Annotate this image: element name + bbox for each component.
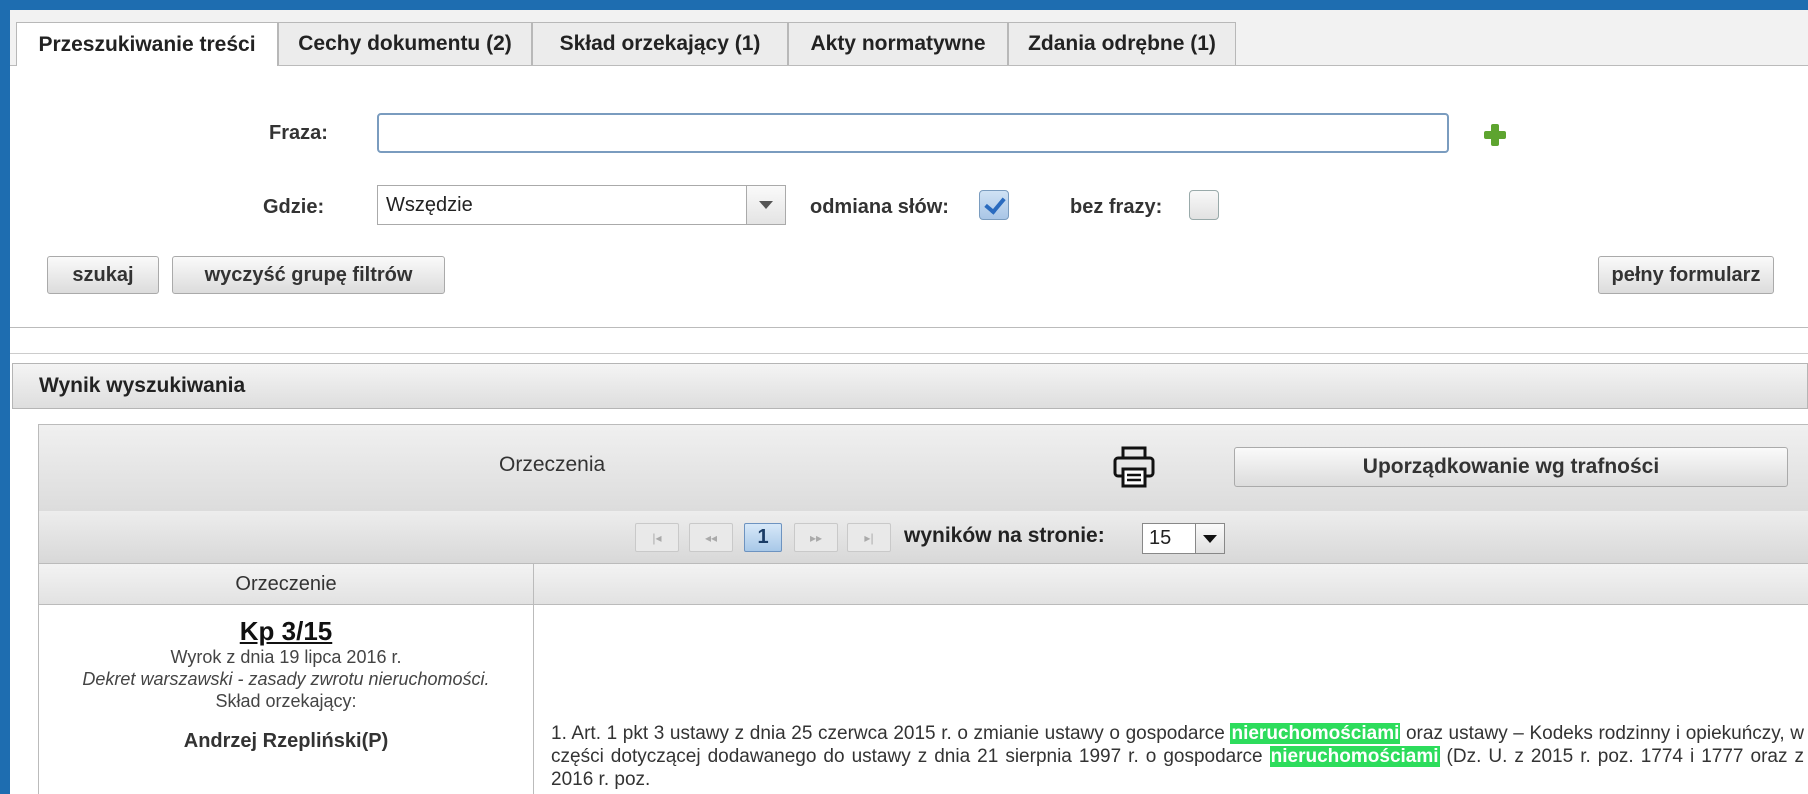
table-row: Kp 3/15 Wyrok z dnia 19 lipca 2016 r. De… [39, 606, 533, 752]
column-header-ruling: Orzeczenie [39, 564, 533, 605]
search-button[interactable]: szukaj [47, 256, 159, 294]
next-page-button[interactable]: ▸▸ [794, 523, 838, 552]
tab-judging-panel[interactable]: Skład orzekający (1) [532, 22, 788, 65]
printer-icon[interactable] [1112, 445, 1156, 489]
inflection-label: odmiana słów: [810, 196, 949, 218]
search-highlight: nieruchomościami [1269, 746, 1440, 767]
top-accent-bar [0, 0, 1808, 10]
search-highlight: nieruchomościami [1230, 723, 1401, 744]
last-page-button[interactable]: ▸| [847, 523, 891, 552]
panel-title: Orzeczenia [499, 453, 606, 476]
results-header: Wynik wyszukiwania [12, 363, 1808, 409]
column-header-excerpt [534, 564, 1808, 605]
tab-content-search[interactable]: Przeszukiwanie treści [16, 22, 278, 66]
first-page-button[interactable]: |◂ [635, 523, 679, 552]
add-phrase-icon[interactable] [1484, 124, 1506, 146]
search-tabs: Przeszukiwanie treści Cechy dokumentu (2… [10, 10, 1808, 66]
case-excerpt: 1. Art. 1 pkt 3 ustawy z dnia 25 czerwca… [551, 722, 1804, 791]
where-select-value: Wszędzie [386, 193, 473, 216]
sort-relevance-button[interactable]: Uporządkowanie wg trafności [1234, 447, 1788, 487]
chevron-down-icon[interactable] [746, 186, 785, 224]
divider [10, 353, 1808, 354]
full-form-button[interactable]: pełny formularz [1598, 256, 1774, 294]
phrase-label: Fraza: [269, 122, 328, 144]
results-toolbar: Orzeczenia Uporządkowanie wg trafności [39, 424, 1808, 512]
tab-dissenting-opinions[interactable]: Zdania odrębne (1) [1008, 22, 1236, 65]
phrase-input[interactable] [377, 113, 1449, 153]
page-number-current[interactable]: 1 [744, 523, 782, 552]
chevron-down-icon[interactable] [1195, 524, 1224, 553]
where-label: Gdzie: [263, 196, 325, 218]
per-page-select[interactable]: 15 [1142, 523, 1225, 554]
case-signature-link[interactable]: Kp 3/15 [39, 616, 533, 646]
left-accent-bar [0, 0, 10, 794]
divider [10, 327, 1808, 328]
per-page-value: 15 [1149, 527, 1172, 549]
case-panel-label: Skład orzekający: [215, 691, 357, 711]
tab-document-features[interactable]: Cechy dokumentu (2) [278, 22, 532, 65]
no-phrase-checkbox[interactable] [1189, 190, 1219, 220]
column-divider [533, 564, 534, 794]
clear-filters-button[interactable]: wyczyść grupę filtrów [172, 256, 445, 294]
prev-page-button[interactable]: ◂◂ [689, 523, 733, 552]
results-panel: Orzeczenia Uporządkowanie wg trafności |… [38, 424, 1808, 794]
where-select[interactable]: Wszędzie [377, 185, 786, 225]
checkmark-icon [984, 192, 1006, 215]
inflection-checkbox[interactable] [979, 190, 1009, 220]
case-subject: Dekret warszawski - zasady zwrotu nieruc… [82, 669, 490, 689]
no-phrase-label: bez frazy: [1070, 196, 1163, 218]
tab-normative-acts[interactable]: Akty normatywne [788, 22, 1008, 65]
excerpt-text: 1. Art. 1 pkt 3 ustawy z dnia 25 czerwca… [551, 723, 1231, 744]
per-page-label: wyników na stronie: [904, 524, 1105, 547]
judge-name: Andrzej Rzepliński(P) [183, 730, 389, 752]
pagination-bar: |◂ ◂◂ 1 ▸▸ ▸| wyników na stronie: 15 [39, 511, 1808, 564]
case-date: Wyrok z dnia 19 lipca 2016 r. [170, 647, 402, 667]
